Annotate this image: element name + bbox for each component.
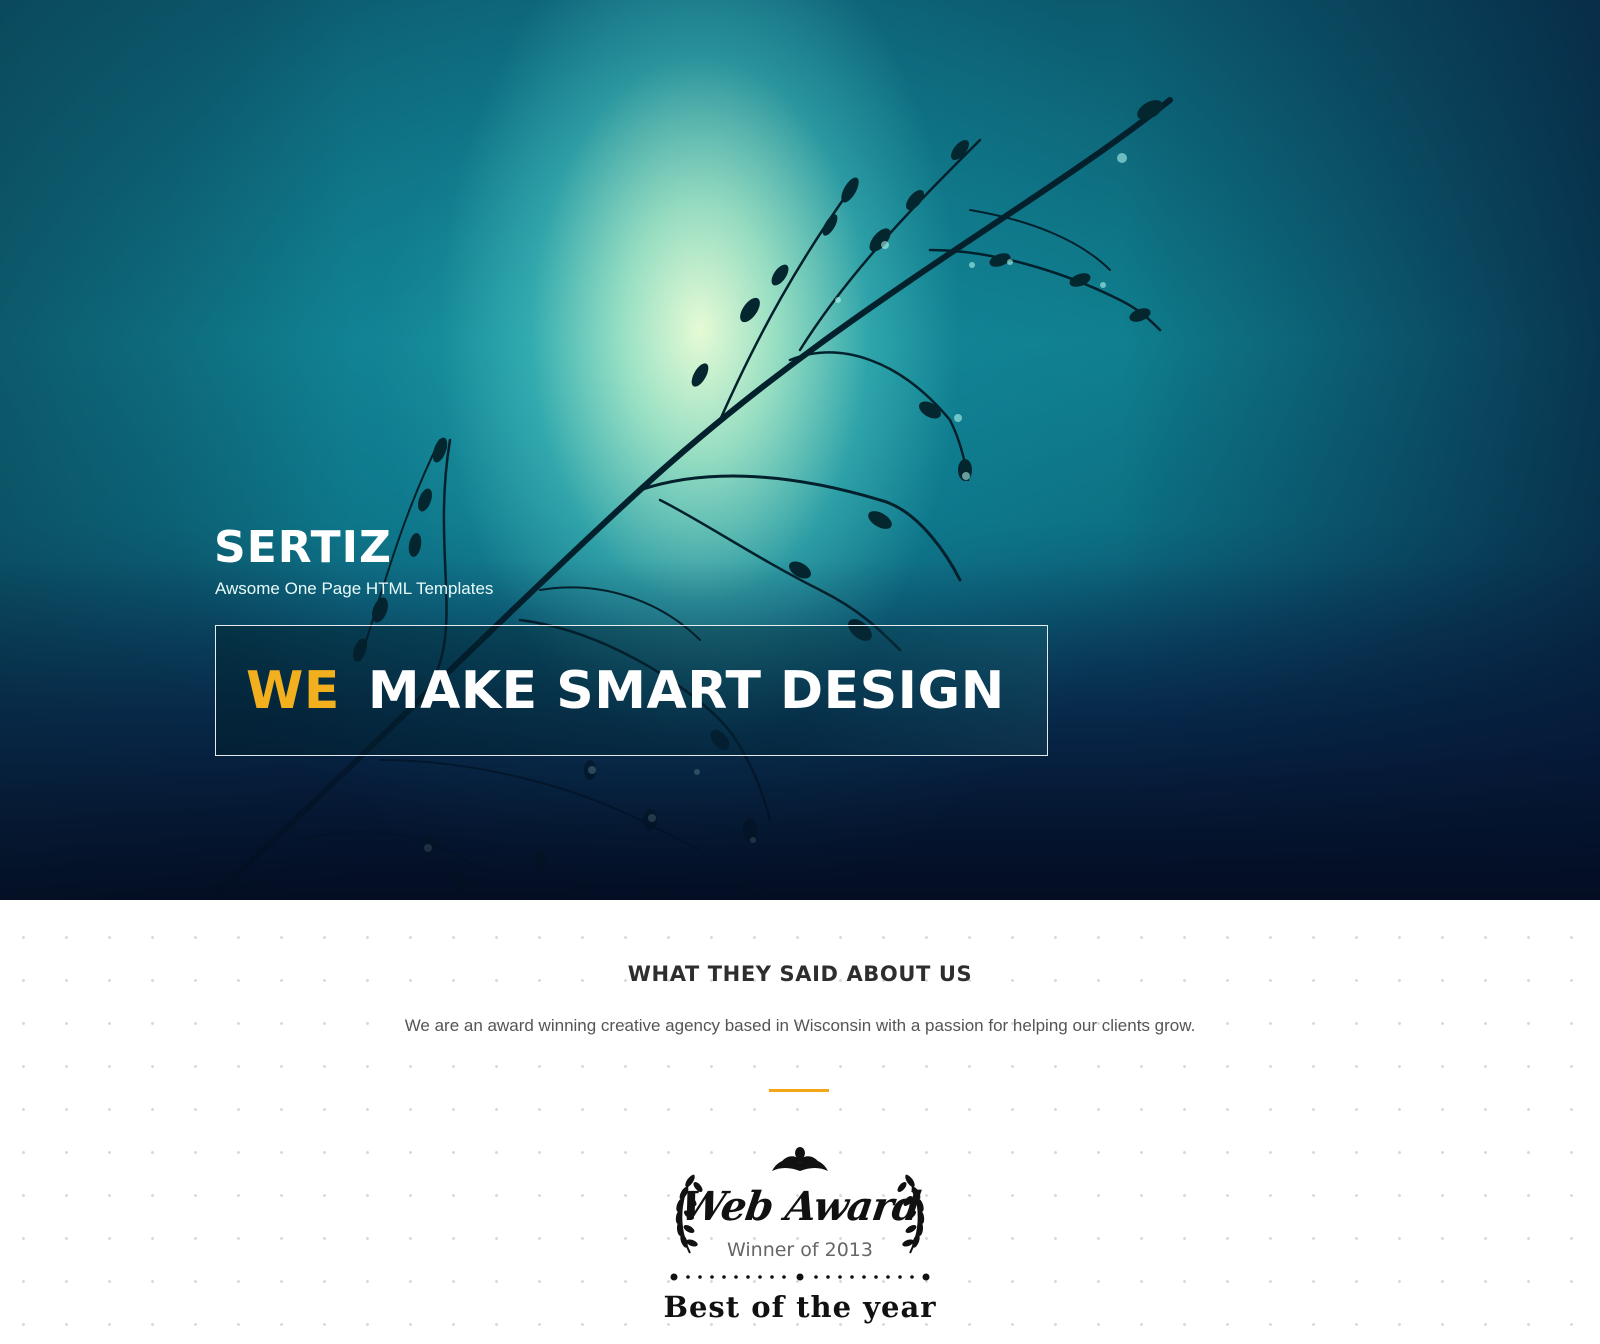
section-description: We are an award winning creative agency … <box>404 1016 1196 1035</box>
award-badge: Web Award Winner of 2013 Best of the yea… <box>660 1145 940 1335</box>
headline-rest: MAKE SMART DESIGN <box>367 661 1005 721</box>
testimonials-section: WHAT THEY SAID ABOUT US We are an award … <box>0 900 1600 1344</box>
section-divider <box>769 1089 829 1092</box>
award-subtitle: Winner of 2013 <box>727 1239 873 1261</box>
headline-box: WE MAKE SMART DESIGN <box>215 625 1048 756</box>
award-title: Web Award <box>677 1183 923 1230</box>
hero-headline: WE MAKE SMART DESIGN <box>246 660 1005 722</box>
headline-accent: WE <box>246 661 340 721</box>
brand-tagline: Awsome One Page HTML Templates <box>215 579 494 598</box>
section-title: WHAT THEY SAID ABOUT US <box>627 962 973 986</box>
brand-logo[interactable]: SERTIZ <box>214 522 392 574</box>
award-tagline: Best of the year <box>663 1290 937 1324</box>
hero-section: SERTIZ Awsome One Page HTML Templates WE… <box>0 0 1600 900</box>
